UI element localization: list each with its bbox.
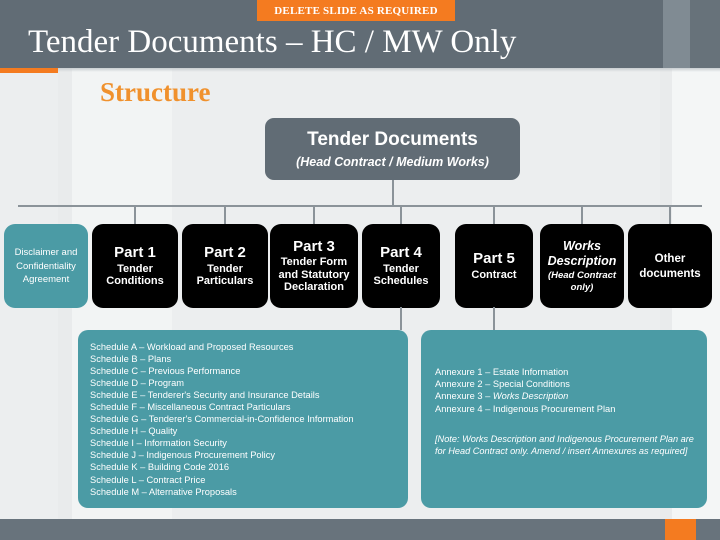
footer-accent: [665, 519, 696, 540]
header-accent-bar: [0, 68, 58, 73]
node-title: Part 3: [293, 237, 335, 255]
node-part-3[interactable]: Part 3 Tender Form and Statutory Declarat…: [270, 224, 358, 308]
node-title: Works Description: [547, 239, 617, 269]
root-node-title: Tender Documents: [307, 128, 478, 150]
schedule-item: Schedule A – Workload and Proposed Resou…: [90, 342, 294, 352]
node-subtitle: Tender Schedules: [373, 262, 429, 287]
node-subtitle: Tender Conditions: [106, 262, 164, 287]
schedule-item: Schedule M – Alternative Proposals: [90, 486, 237, 497]
connector-drop: [134, 206, 136, 224]
root-node: Tender Documents (Head Contract / Medium…: [265, 118, 520, 180]
annexure-item: Annexure 2 – Special Conditions: [435, 379, 570, 390]
connector-drop: [224, 206, 226, 224]
schedule-item: Schedule F – Miscellaneous Contract Part…: [90, 402, 291, 413]
node-title: Part 1: [114, 243, 156, 261]
node-subtitle: (Head Contract only): [547, 270, 617, 293]
annexure-list: Annexure 1 – Estate Information Annexure …: [435, 366, 707, 415]
node-title: Part 5: [473, 249, 515, 267]
node-part-1[interactable]: Part 1 Tender Conditions: [92, 224, 178, 308]
schedule-item: Schedule C – Previous Performance: [90, 366, 241, 377]
connector-bus: [18, 205, 702, 207]
node-title: Part 2: [204, 243, 246, 261]
annexure-item: Annexure 3 – Works Description: [435, 391, 569, 402]
schedule-item: Schedule H – Quality: [90, 426, 178, 437]
schedule-item: Schedule E – Tenderer's Security and Ins…: [90, 390, 320, 401]
node-works-description[interactable]: Works Description (Head Contract only): [540, 224, 624, 308]
schedule-item: Schedule L – Contract Price: [90, 474, 206, 485]
node-title: Part 4: [380, 243, 422, 261]
root-node-subtitle: (Head Contract / Medium Works): [296, 154, 489, 169]
node-subtitle: Other documents: [639, 253, 701, 280]
schedule-item: Schedule G – Tenderer's Commercial-in-Co…: [90, 414, 354, 425]
delete-slide-banner: DELETE SLIDE AS REQUIRED: [257, 0, 455, 21]
connector-drop-lower: [400, 307, 402, 330]
connector-drop: [400, 206, 402, 224]
annexure-item: Annexure 4 – Indigenous Procurement Plan: [435, 403, 616, 414]
schedule-item: Schedule I – Information Security: [90, 438, 227, 449]
node-part-2[interactable]: Part 2 Tender Particulars: [182, 224, 268, 308]
schedule-item: Schedule J – Indigenous Procurement Poli…: [90, 450, 276, 461]
header-shadow: [58, 68, 720, 72]
node-subtitle: Tender Form and Statutory Declaration: [278, 256, 350, 294]
schedule-item: Schedule D – Program: [90, 378, 185, 389]
node-subtitle: Tender Particulars: [196, 262, 254, 287]
schedule-list: Schedule A – Workload and Proposed Resou…: [90, 341, 408, 498]
node-part-4[interactable]: Part 4 Tender Schedules: [362, 224, 440, 308]
schedule-item: Schedule B – Plans: [90, 354, 172, 365]
schedules-panel: Schedule A – Workload and Proposed Resou…: [78, 330, 408, 508]
annexures-panel: Annexure 1 – Estate Information Annexure …: [421, 330, 707, 508]
connector-drop: [669, 206, 671, 224]
page-title: Tender Documents – HC / MW Only: [28, 24, 517, 60]
section-heading: Structure: [100, 77, 211, 107]
annexure-item: Annexure 1 – Estate Information: [435, 367, 569, 377]
schedule-item: Schedule K – Building Code 2016: [90, 462, 230, 473]
node-part-5[interactable]: Part 5 Contract: [455, 224, 533, 308]
connector-drop: [581, 206, 583, 224]
connector-drop-lower: [493, 307, 495, 330]
annexure-note: [Note: Works Description and Indigenous …: [435, 433, 694, 457]
connector-drop: [313, 206, 315, 224]
node-subtitle: Disclaimer and Confidentiality Agreement: [14, 246, 78, 286]
annexure-item-emphasis: Works Description: [492, 391, 569, 402]
slide-canvas: DELETE SLIDE AS REQUIRED Tender Document…: [0, 0, 720, 540]
connector-drop: [493, 206, 495, 224]
footer-bar: [0, 519, 720, 540]
node-disclaimer[interactable]: Disclaimer and Confidentiality Agreement: [4, 224, 88, 308]
connector-stem: [392, 180, 394, 206]
node-subtitle: Contract: [471, 268, 517, 281]
header-stripe: [690, 0, 720, 68]
node-other-documents[interactable]: Other documents: [628, 224, 712, 308]
